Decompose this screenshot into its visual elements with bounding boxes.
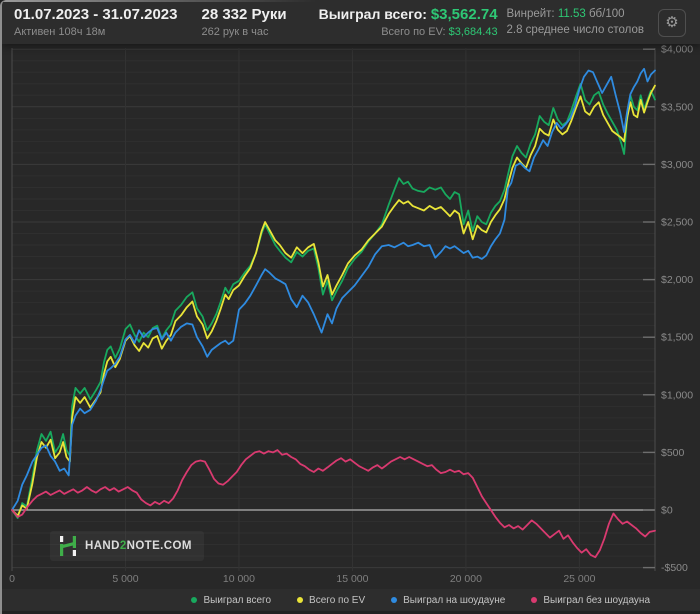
stats-header: 01.07.2023 - 31.07.2023 Активен 108ч 18м… <box>2 0 700 44</box>
ev-value: $3,684.43 <box>448 25 498 38</box>
gear-icon: ⚙ <box>665 14 679 31</box>
series-line-blue <box>11 67 656 511</box>
x-axis-label: 0 <box>9 573 15 585</box>
total-won-label: Выиграл всего: <box>318 5 427 22</box>
legend-label: Всего по EV <box>309 594 366 606</box>
x-axis-label: 5 000 <box>112 573 138 585</box>
legend-item[interactable]: Всего по EV <box>297 595 365 606</box>
y-axis-label: $3,500 <box>661 101 693 113</box>
hand2note-logo-icon <box>60 536 76 556</box>
avg-tables: 2.8 среднее число столов <box>506 23 645 36</box>
legend-dot-yellow <box>297 597 304 603</box>
winnings-block: Выиграл всего: $3,562.74 Всего по EV: $3… <box>319 5 498 40</box>
series-line-green <box>11 82 656 520</box>
y-axis-label: $0 <box>661 505 673 517</box>
hands-block: 28 332 Руки 262 рук в час <box>201 5 286 40</box>
x-axis-label: 25 000 <box>563 573 595 585</box>
y-axis-label: -$500 <box>661 562 688 574</box>
hands-count: 28 332 Руки <box>201 5 287 23</box>
hand2note-graph-window: 01.07.2023 - 31.07.2023 Активен 108ч 18м… <box>0 0 700 614</box>
total-won-value: $3,562.74 <box>430 5 498 23</box>
ev-label: Всего по EV: <box>381 25 446 38</box>
hand2note-logo[interactable]: HAND2NOTE.COM <box>50 531 204 561</box>
winrate-unit: бб/100 <box>588 7 625 20</box>
legend-dot-pink <box>531 597 538 603</box>
y-axis-label: $1,500 <box>661 332 693 344</box>
legend-item[interactable]: Выиграл всего <box>191 595 271 606</box>
chart-legend: Выиграл всего Всего по EV Выиграл на шоуда… <box>2 589 700 611</box>
hand2note-logo-text: HAND2NOTE.COM <box>85 540 192 552</box>
settings-button[interactable]: ⚙ <box>658 9 686 37</box>
y-axis-label: $1,000 <box>661 389 693 401</box>
winnings-chart[interactable]: $4,000 $3,500 $3,000 $2,500 $2,000 $1,500 $1,0… <box>2 44 700 589</box>
legend-item[interactable]: Выиграл без шоудауна <box>531 595 650 606</box>
y-axis-label: $2,000 <box>661 274 693 286</box>
y-axis-label: $500 <box>661 447 685 459</box>
winrate-value: 11.53 <box>557 7 586 20</box>
y-axis-label: $4,000 <box>661 44 693 56</box>
winrate-block: Винрейт: 11.53 бб/100 2.8 среднее число … <box>507 5 645 40</box>
x-axis-label: 20 000 <box>450 573 482 585</box>
x-axis-label: 10 000 <box>223 573 255 585</box>
active-time: Активен 108ч 18м <box>14 25 106 38</box>
legend-label: Выиграл без шоудауна <box>543 594 650 606</box>
chart-area: $4,000 $3,500 $3,000 $2,500 $2,000 $1,500 $1,0… <box>2 44 700 589</box>
series-line-yellow <box>11 84 656 517</box>
legend-label: Выиграл всего <box>203 594 272 606</box>
date-range-block[interactable]: 01.07.2023 - 31.07.2023 Активен 108ч 18м <box>14 5 177 40</box>
legend-item[interactable]: Выиграл на шоудауне <box>391 595 505 606</box>
legend-dot-green <box>191 597 198 603</box>
hands-per-hour: 262 рук в час <box>201 25 269 38</box>
legend-label: Выиграл на шоудауне <box>403 594 506 606</box>
y-axis-label: $3,000 <box>661 159 693 171</box>
winrate-label: Винрейт: <box>506 7 555 20</box>
date-range[interactable]: 01.07.2023 - 31.07.2023 <box>14 6 177 25</box>
y-axis-label: $2,500 <box>661 217 693 229</box>
legend-dot-blue <box>391 597 398 603</box>
x-axis-label: 15 000 <box>336 573 368 585</box>
